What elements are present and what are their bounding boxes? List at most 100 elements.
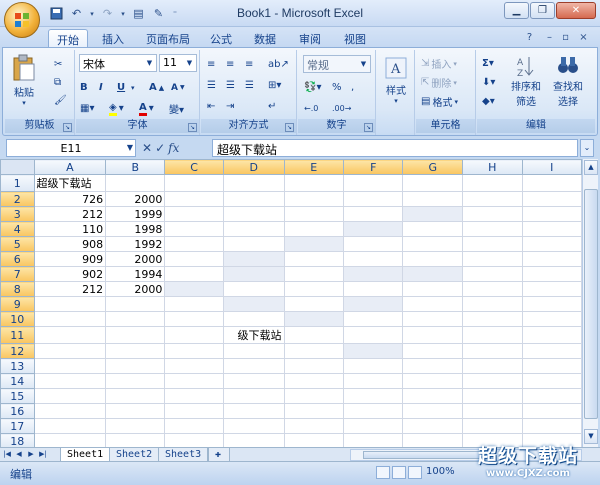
cell[interactable] <box>402 433 464 447</box>
cell[interactable] <box>402 373 464 389</box>
cell[interactable] <box>342 403 404 419</box>
increase-decimal-icon[interactable]: ←.0 <box>303 100 319 117</box>
cell[interactable] <box>222 433 285 447</box>
merge-center-icon[interactable]: ⊞▾ <box>267 77 282 94</box>
name-box[interactable]: E11 ▼ <box>6 139 136 157</box>
cell[interactable] <box>222 266 285 282</box>
cut-button[interactable]: ✂ <box>53 56 63 73</box>
cell[interactable] <box>521 326 582 344</box>
last-sheet-icon[interactable]: ▶| <box>38 449 48 460</box>
vertical-scroll-thumb[interactable] <box>584 189 598 419</box>
sort-filter-button[interactable]: AZ 排序和 筛选 <box>507 54 545 108</box>
cell[interactable] <box>222 191 285 207</box>
tab-formulas[interactable]: 公式 <box>202 29 240 48</box>
row-header[interactable]: 8 <box>0 281 35 297</box>
tab-data[interactable]: 数据 <box>246 29 284 48</box>
cell[interactable] <box>342 433 404 447</box>
copy-button[interactable]: ⧉ <box>53 74 62 91</box>
normal-view-icon[interactable] <box>376 466 390 479</box>
cell[interactable] <box>462 358 523 374</box>
cell[interactable] <box>283 296 344 312</box>
autosum-icon[interactable]: Σ▾ <box>481 55 495 72</box>
cell[interactable] <box>462 343 523 359</box>
decrease-decimal-icon[interactable]: .00→ <box>331 100 352 117</box>
cell[interactable] <box>462 206 523 222</box>
cell[interactable] <box>33 296 107 312</box>
zoom-level[interactable]: 100% <box>426 466 455 477</box>
paste-button[interactable]: 粘贴 ▾ <box>9 54 39 107</box>
cell[interactable] <box>283 251 344 267</box>
tab-home[interactable]: 开始 <box>48 29 88 48</box>
sheet-tab-2[interactable]: Sheet2 <box>109 448 160 462</box>
office-button[interactable] <box>4 2 40 38</box>
column-header[interactable]: B <box>105 159 166 175</box>
cell[interactable] <box>164 174 224 192</box>
cell[interactable] <box>105 373 166 389</box>
cell[interactable] <box>33 358 107 374</box>
cell[interactable] <box>521 311 582 327</box>
cell[interactable] <box>402 174 464 192</box>
enter-icon[interactable]: ✓ <box>155 141 165 155</box>
decrease-indent-icon[interactable]: ⇤ <box>206 98 216 115</box>
align-top-icon[interactable]: ≡ <box>206 56 216 73</box>
align-bottom-icon[interactable]: ≡ <box>244 56 254 73</box>
cell[interactable]: 212 <box>33 281 107 297</box>
row-header[interactable]: 9 <box>0 296 35 312</box>
font-size-combo[interactable]: 11 ▼ <box>159 54 197 72</box>
cell[interactable] <box>222 236 285 252</box>
cell[interactable] <box>33 418 107 434</box>
find-select-button[interactable]: 查找和 选择 <box>549 54 587 108</box>
cell[interactable] <box>283 174 344 192</box>
cell[interactable] <box>402 296 464 312</box>
font-name-combo[interactable]: 宋体 ▼ <box>79 54 157 72</box>
cell[interactable] <box>164 418 224 434</box>
cell[interactable] <box>342 174 404 192</box>
cell[interactable] <box>462 403 523 419</box>
cell[interactable] <box>33 311 107 327</box>
cell[interactable] <box>283 358 344 374</box>
grow-font-icon[interactable]: A ▲ <box>148 79 165 96</box>
alignment-dialog-launcher[interactable]: ↘ <box>285 123 294 132</box>
orientation-icon[interactable]: ab↗ <box>267 56 290 73</box>
align-middle-icon[interactable]: ≡ <box>225 56 235 73</box>
cell[interactable] <box>462 418 523 434</box>
format-painter-button[interactable]: 🖌 <box>53 92 68 109</box>
delete-cells-button[interactable]: ⇱ 删除 ▾ <box>420 74 458 91</box>
cell[interactable] <box>222 343 285 359</box>
cell-e11-overflow[interactable]: 级下载站 <box>222 326 285 344</box>
row-header[interactable]: 7 <box>0 266 35 282</box>
cell[interactable]: 909 <box>33 251 107 267</box>
cell[interactable] <box>283 418 344 434</box>
cancel-entry-icon[interactable]: ✕ <box>142 141 152 155</box>
cell[interactable] <box>342 358 404 374</box>
cell[interactable] <box>402 251 464 267</box>
cell[interactable] <box>105 388 166 404</box>
number-format-combo[interactable]: 常规 ▼ <box>303 55 371 73</box>
increase-indent-icon[interactable]: ⇥ <box>225 98 235 115</box>
cell[interactable] <box>164 266 224 282</box>
cell[interactable] <box>521 206 582 222</box>
cell[interactable] <box>164 326 224 344</box>
cell[interactable] <box>105 174 166 192</box>
tab-page-layout[interactable]: 页面布局 <box>138 29 198 48</box>
cell[interactable] <box>342 251 404 267</box>
cell[interactable] <box>521 343 582 359</box>
cell[interactable] <box>283 343 344 359</box>
row-header[interactable]: 4 <box>0 221 35 237</box>
tab-view[interactable]: 视图 <box>336 29 374 48</box>
cell[interactable] <box>462 221 523 237</box>
cell[interactable] <box>283 311 344 327</box>
first-sheet-icon[interactable]: |◀ <box>2 449 12 460</box>
cell[interactable] <box>521 266 582 282</box>
cell[interactable]: 1998 <box>105 221 166 237</box>
tab-insert[interactable]: 插入 <box>94 29 132 48</box>
row-header[interactable]: 6 <box>0 251 35 267</box>
insert-function-icon[interactable]: fx <box>168 141 179 155</box>
column-header[interactable]: E <box>283 159 344 175</box>
cell[interactable]: 908 <box>33 236 107 252</box>
cell[interactable] <box>462 251 523 267</box>
cell[interactable]: 726 <box>33 191 107 207</box>
number-dialog-launcher[interactable]: ↘ <box>364 123 373 132</box>
cell[interactable] <box>462 266 523 282</box>
cell[interactable] <box>283 191 344 207</box>
